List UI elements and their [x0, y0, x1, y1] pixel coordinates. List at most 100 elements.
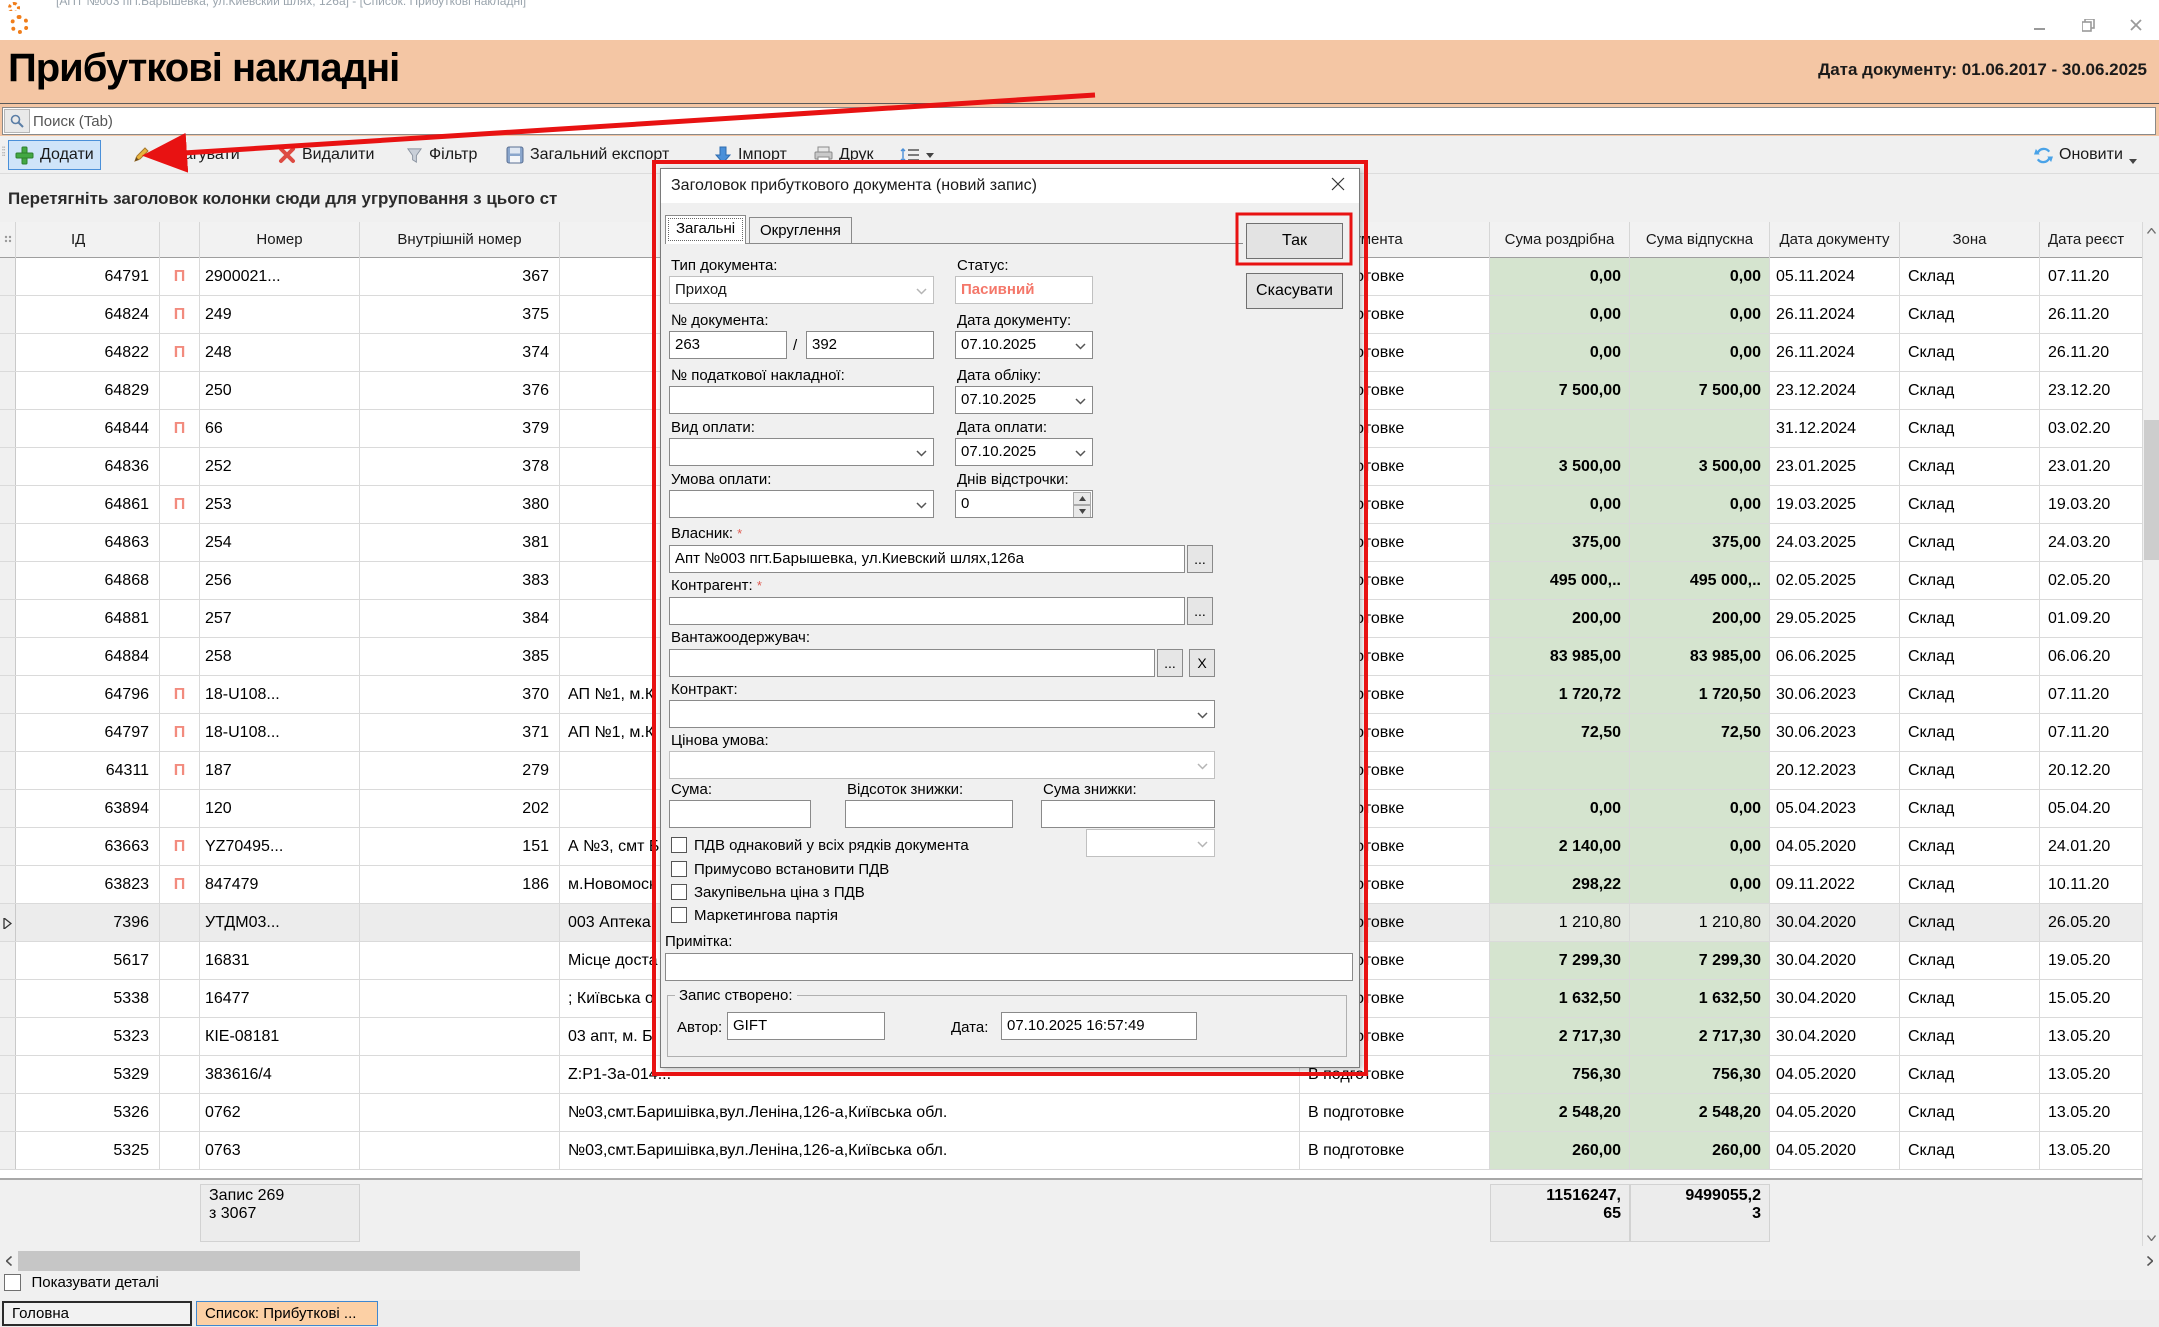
- pay-kind-select[interactable]: [669, 438, 934, 466]
- tab-home[interactable]: Головна: [2, 1301, 192, 1326]
- spinner-up-icon[interactable]: [1073, 492, 1091, 505]
- import-button[interactable]: Імпорт: [708, 140, 793, 170]
- filter-button[interactable]: Фільтр: [400, 140, 483, 170]
- export-button[interactable]: Загальний експорт: [500, 140, 675, 170]
- search-input[interactable]: [33, 109, 2133, 133]
- record-counter: Запис 269 з 3067: [200, 1184, 360, 1242]
- total-sum-release: 9499055,2 3: [1630, 1184, 1770, 1242]
- edit-button[interactable]: Редагувати: [126, 140, 246, 170]
- scroll-down-icon[interactable]: [2143, 1229, 2159, 1246]
- doc-type-select[interactable]: Приход: [669, 276, 934, 304]
- scroll-up-icon[interactable]: [2143, 222, 2159, 239]
- app-icon: [8, 2, 20, 11]
- pay-term-select[interactable]: [669, 490, 934, 518]
- cell-id: 64861: [16, 486, 160, 523]
- vertical-scroll-thumb[interactable]: [2144, 420, 2159, 560]
- cell-id: 64829: [16, 372, 160, 409]
- print-button[interactable]: Друк: [808, 140, 880, 170]
- consignee-clear-button[interactable]: X: [1189, 649, 1215, 677]
- contractor-more-button[interactable]: ...: [1187, 597, 1213, 625]
- owner-more-button[interactable]: ...: [1187, 545, 1213, 573]
- table-row[interactable]: 5326 0762 №03,смт.Баришівка,вул.Леніна,1…: [0, 1094, 2142, 1132]
- doc-number-input-2[interactable]: 392: [806, 331, 934, 359]
- sum-input[interactable]: [669, 800, 811, 828]
- column-header-internal[interactable]: Внутрішній номер: [360, 222, 560, 258]
- cell-internal-number: [360, 1132, 560, 1169]
- author-label: Автор:: [677, 1019, 722, 1036]
- cell-number: 383616/4: [200, 1056, 360, 1093]
- printer-icon: [814, 146, 833, 164]
- vat-same-checkbox[interactable]: [671, 837, 687, 853]
- column-header-sum-retail[interactable]: Сума роздрібна: [1490, 222, 1630, 258]
- tab-list-income-invoices[interactable]: Список: Прибуткові ...: [196, 1301, 378, 1326]
- search-icon[interactable]: [4, 109, 30, 133]
- add-button[interactable]: Додати: [8, 140, 101, 170]
- cell-doc-date: 24.03.2025: [1770, 524, 1900, 561]
- column-header-sum-release[interactable]: Сума відпускна: [1630, 222, 1770, 258]
- column-header-number[interactable]: Номер: [200, 222, 360, 258]
- dialog-close-icon[interactable]: [1331, 175, 1345, 197]
- refresh-icon: [2034, 146, 2053, 165]
- table-row[interactable]: 5325 0763 №03,смт.Баришівка,вул.Леніна,1…: [0, 1132, 2142, 1170]
- refresh-button[interactable]: Оновити: [2028, 140, 2143, 170]
- export-button-label: Загальний експорт: [530, 146, 669, 164]
- discount-pct-input[interactable]: [845, 800, 1013, 828]
- cell-sum-release: 0,00: [1630, 790, 1770, 827]
- minimize-icon[interactable]: [2023, 14, 2057, 36]
- force-vat-checkbox[interactable]: [671, 861, 687, 877]
- column-header-flag[interactable]: [160, 222, 200, 258]
- cell-number: 249: [200, 296, 360, 333]
- horizontal-scroll-thumb[interactable]: [18, 1251, 580, 1271]
- cell-sum-retail: 2 548,20: [1490, 1094, 1630, 1131]
- close-icon[interactable]: [2119, 14, 2153, 36]
- owner-input[interactable]: Апт №003 пгт.Барышевка, ул.Киевский шлях…: [669, 545, 1185, 573]
- cell-id: 64824: [16, 296, 160, 333]
- consignee-more-button[interactable]: ...: [1157, 649, 1183, 677]
- column-header-zone[interactable]: Зона: [1900, 222, 2040, 258]
- cell-reg-date: 13.05.20: [2040, 1056, 2142, 1093]
- tax-invoice-input[interactable]: [669, 386, 934, 414]
- contract-select[interactable]: [669, 700, 1215, 728]
- column-header-doc-date[interactable]: Дата документу: [1770, 222, 1900, 258]
- cell-reg-date: 26.05.20: [2040, 904, 2142, 941]
- doc-number-input-1[interactable]: 263: [669, 331, 787, 359]
- delete-button[interactable]: Видалити: [272, 140, 380, 170]
- vat-rate-select[interactable]: [1086, 829, 1215, 857]
- row-indicator-cell: [0, 1056, 16, 1093]
- purchase-vat-checkbox[interactable]: [671, 884, 687, 900]
- column-header-reg-date[interactable]: Дата реєст: [2040, 222, 2142, 258]
- scroll-right-icon[interactable]: [2141, 1250, 2159, 1272]
- price-term-select[interactable]: [669, 751, 1215, 779]
- delay-days-spinner[interactable]: 0: [955, 490, 1093, 518]
- cancel-button[interactable]: Скасувати: [1246, 273, 1343, 309]
- show-details-checkbox[interactable]: [4, 1274, 21, 1291]
- menu-bar: [0, 11, 2159, 40]
- contractor-input[interactable]: [669, 597, 1185, 625]
- header-grip-icon[interactable]: [0, 222, 16, 258]
- restore-icon[interactable]: [2071, 14, 2105, 36]
- discount-sum-input[interactable]: [1041, 800, 1215, 828]
- cell-reg-date: 05.04.20: [2040, 790, 2142, 827]
- note-input[interactable]: [665, 953, 1353, 981]
- vertical-scrollbar[interactable]: [2142, 222, 2159, 1246]
- scroll-left-icon[interactable]: [0, 1250, 18, 1272]
- cell-zone: Склад: [1900, 372, 2040, 409]
- pay-date-select[interactable]: 07.10.2025: [955, 438, 1093, 466]
- spinner-down-icon[interactable]: [1073, 505, 1091, 518]
- columns-menu-button[interactable]: [894, 140, 940, 170]
- column-header-id[interactable]: ІД: [16, 222, 160, 258]
- account-date-select[interactable]: 07.10.2025: [955, 386, 1093, 414]
- cell-doc-date: 19.03.2025: [1770, 486, 1900, 523]
- marketing-batch-checkbox[interactable]: [671, 907, 687, 923]
- delay-days-label: Днів відстрочки:: [957, 471, 1069, 488]
- cell-doc-date: 30.06.2023: [1770, 714, 1900, 751]
- consignee-input[interactable]: [669, 649, 1155, 677]
- horizontal-scrollbar[interactable]: [0, 1250, 2159, 1272]
- ok-button[interactable]: Так: [1246, 223, 1343, 259]
- dialog-tab-general[interactable]: Загальні: [665, 215, 746, 244]
- chevron-down-icon: [926, 153, 934, 158]
- doc-date-select[interactable]: 07.10.2025: [955, 331, 1093, 359]
- cell-id: 7396: [16, 904, 160, 941]
- purchase-vat-label: Закупівельна ціна з ПДВ: [694, 884, 865, 901]
- dialog-tab-rounding[interactable]: Округлення: [749, 217, 852, 244]
